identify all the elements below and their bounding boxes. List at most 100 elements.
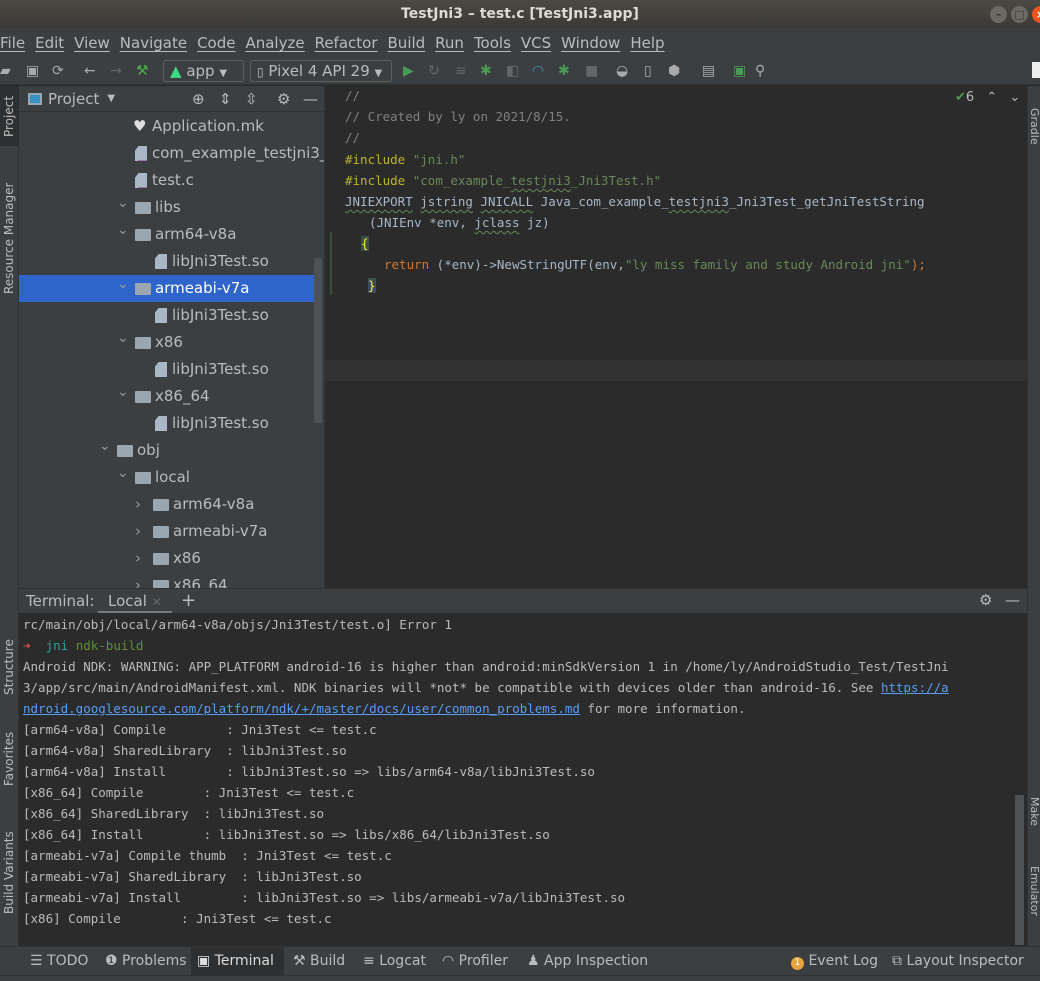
user-icon[interactable]: [1032, 62, 1040, 78]
chevron-right-icon[interactable]: ›: [135, 518, 141, 545]
code-editor[interactable]: // // Created by ly on 2021/8/15. // #in…: [325, 86, 1027, 588]
minimize-button[interactable]: –: [990, 6, 1007, 23]
attach-debugger-icon[interactable]: ◧: [506, 62, 519, 80]
gear-icon[interactable]: ⚙: [979, 591, 992, 609]
back-icon[interactable]: ←: [84, 62, 96, 80]
menu-view[interactable]: View: [74, 34, 110, 52]
run-anything-icon[interactable]: ▣: [733, 62, 746, 80]
avd-manager-icon[interactable]: ▯: [644, 62, 652, 80]
sync-icon[interactable]: ⟳: [52, 62, 64, 80]
chevron-down-icon[interactable]: ▼: [107, 93, 115, 104]
menu-help[interactable]: Help: [630, 34, 664, 52]
chevron-down-icon[interactable]: ⌄: [117, 379, 129, 406]
run-icon[interactable]: ▶: [403, 62, 414, 80]
menu-navigate[interactable]: Navigate: [120, 34, 187, 52]
tab-resource-manager[interactable]: Resource Manager: [0, 178, 19, 298]
close-button[interactable]: ×: [1032, 6, 1040, 23]
menu-file[interactable]: File: [0, 34, 25, 52]
tab-make[interactable]: Make: [1025, 786, 1040, 836]
chevron-down-icon[interactable]: ⌄: [117, 271, 129, 298]
chevron-up-icon[interactable]: ⌃: [986, 90, 997, 105]
tab-gradle[interactable]: Gradle: [1025, 96, 1040, 156]
tree-item[interactable]: ⌄ obj: [19, 437, 315, 464]
menu-tools[interactable]: Tools: [474, 34, 511, 52]
tab-terminal[interactable]: ▣ Terminal: [191, 947, 284, 976]
menu-edit[interactable]: Edit: [35, 34, 64, 52]
tree-item[interactable]: libJni3Test.so: [19, 302, 315, 329]
tree-item[interactable]: ⌄ arm64-v8a: [19, 221, 315, 248]
tree-item[interactable]: › x86: [19, 545, 315, 572]
chevron-down-icon[interactable]: ⌄: [117, 325, 129, 352]
locate-icon[interactable]: ⊕: [192, 90, 205, 108]
debug-attach-icon[interactable]: ✱: [558, 62, 570, 80]
device-select[interactable]: ▯ Pixel 4 API 29 ▼: [250, 60, 392, 82]
menu-vcs[interactable]: VCS: [521, 34, 551, 52]
menu-code[interactable]: Code: [197, 34, 235, 52]
open-icon[interactable]: ▰: [0, 62, 11, 80]
tree-item[interactable]: ♥ Application.mk: [19, 113, 315, 140]
tab-problems[interactable]: ❶ Problems: [99, 947, 193, 976]
chevron-right-icon[interactable]: ›: [135, 545, 141, 572]
menu-refactor[interactable]: Refactor: [315, 34, 378, 52]
tab-profiler[interactable]: ◠ Profiler: [436, 947, 514, 976]
tree-item[interactable]: ⌄ libs: [19, 194, 315, 221]
debug-icon[interactable]: ✱: [480, 62, 492, 80]
tree-item[interactable]: › armeabi-v7a: [19, 518, 315, 545]
stop-icon[interactable]: ■: [585, 62, 598, 80]
tree-item[interactable]: ⌄ x86_64: [19, 383, 315, 410]
tab-app-inspection[interactable]: ♟ App Inspection: [521, 947, 654, 976]
terminal-link[interactable]: https://a: [881, 680, 949, 695]
tab-emulator[interactable]: Emulator: [1025, 856, 1040, 926]
tree-item[interactable]: ⌄ armeabi-v7a: [19, 275, 315, 302]
run-config-select[interactable]: ▲ app ▼: [163, 60, 244, 82]
terminal-tab-local[interactable]: Local ✕: [98, 589, 172, 614]
close-tab-icon[interactable]: ✕: [152, 595, 162, 609]
tab-project[interactable]: Project: [0, 86, 19, 146]
search-icon[interactable]: ⚲: [755, 62, 765, 80]
tab-logcat[interactable]: ≡ Logcat: [357, 947, 432, 976]
chevron-down-icon[interactable]: ⌄: [117, 217, 129, 244]
chevron-down-icon[interactable]: ⌄: [1009, 90, 1020, 105]
project-view-select[interactable]: Project: [48, 90, 99, 108]
profile-icon[interactable]: ◠: [532, 62, 544, 80]
terminal-link[interactable]: ndroid.googlesource.com/platform/ndk/+/m…: [23, 701, 580, 716]
hammer-icon[interactable]: ⚒: [136, 62, 149, 80]
forward-icon[interactable]: →: [110, 62, 122, 80]
chevron-right-icon[interactable]: ›: [135, 572, 141, 588]
tab-build[interactable]: ⚒ Build: [287, 947, 351, 976]
tree-item[interactable]: ⌄ x86: [19, 329, 315, 356]
chevron-down-icon[interactable]: ⌄: [99, 433, 111, 460]
project-scrollbar[interactable]: [314, 258, 322, 423]
tree-item[interactable]: › arm64-v8a: [19, 491, 315, 518]
menu-run[interactable]: Run: [435, 34, 464, 52]
tree-item[interactable]: ⌄ local: [19, 464, 315, 491]
tree-item[interactable]: C++ test.c: [19, 167, 315, 194]
apply-code-changes-icon[interactable]: ≡: [455, 62, 467, 80]
gear-icon[interactable]: ⚙: [277, 90, 290, 108]
tab-build-variants[interactable]: Build Variants: [0, 828, 19, 918]
terminal-scrollbar[interactable]: [1015, 795, 1024, 945]
tree-item[interactable]: libJni3Test.so: [19, 410, 315, 437]
tab-event-log[interactable]: 1 Event Log: [785, 947, 884, 976]
chevron-right-icon[interactable]: ›: [135, 491, 141, 518]
new-tab-icon[interactable]: +: [181, 590, 196, 611]
tab-todo[interactable]: ☰ TODO: [24, 947, 94, 976]
chevron-down-icon[interactable]: ⌄: [117, 460, 129, 487]
menu-window[interactable]: Window: [561, 34, 620, 52]
maximize-button[interactable]: □: [1011, 6, 1028, 23]
hide-icon[interactable]: —: [303, 90, 318, 108]
menu-build[interactable]: Build: [388, 34, 426, 52]
save-icon[interactable]: ▣: [26, 62, 39, 80]
hide-icon[interactable]: —: [1005, 591, 1020, 609]
sdk-manager-icon[interactable]: ⬢: [668, 62, 680, 80]
tree-item[interactable]: C++ com_example_testjni3_J: [19, 140, 324, 167]
tree-item[interactable]: libJni3Test.so: [19, 356, 315, 383]
apply-changes-icon[interactable]: ↻: [428, 62, 440, 80]
tab-favorites[interactable]: Favorites: [0, 726, 19, 792]
collapse-all-icon[interactable]: ⇳: [245, 90, 258, 108]
project-structure-icon[interactable]: ▤: [702, 62, 715, 80]
tab-structure[interactable]: Structure: [0, 634, 19, 700]
tab-layout-inspector[interactable]: ⧉ Layout Inspector: [886, 947, 1030, 976]
inspections-widget[interactable]: ✔6 ⌃ ⌄: [955, 90, 1020, 105]
expand-all-icon[interactable]: ⇕: [219, 90, 232, 108]
